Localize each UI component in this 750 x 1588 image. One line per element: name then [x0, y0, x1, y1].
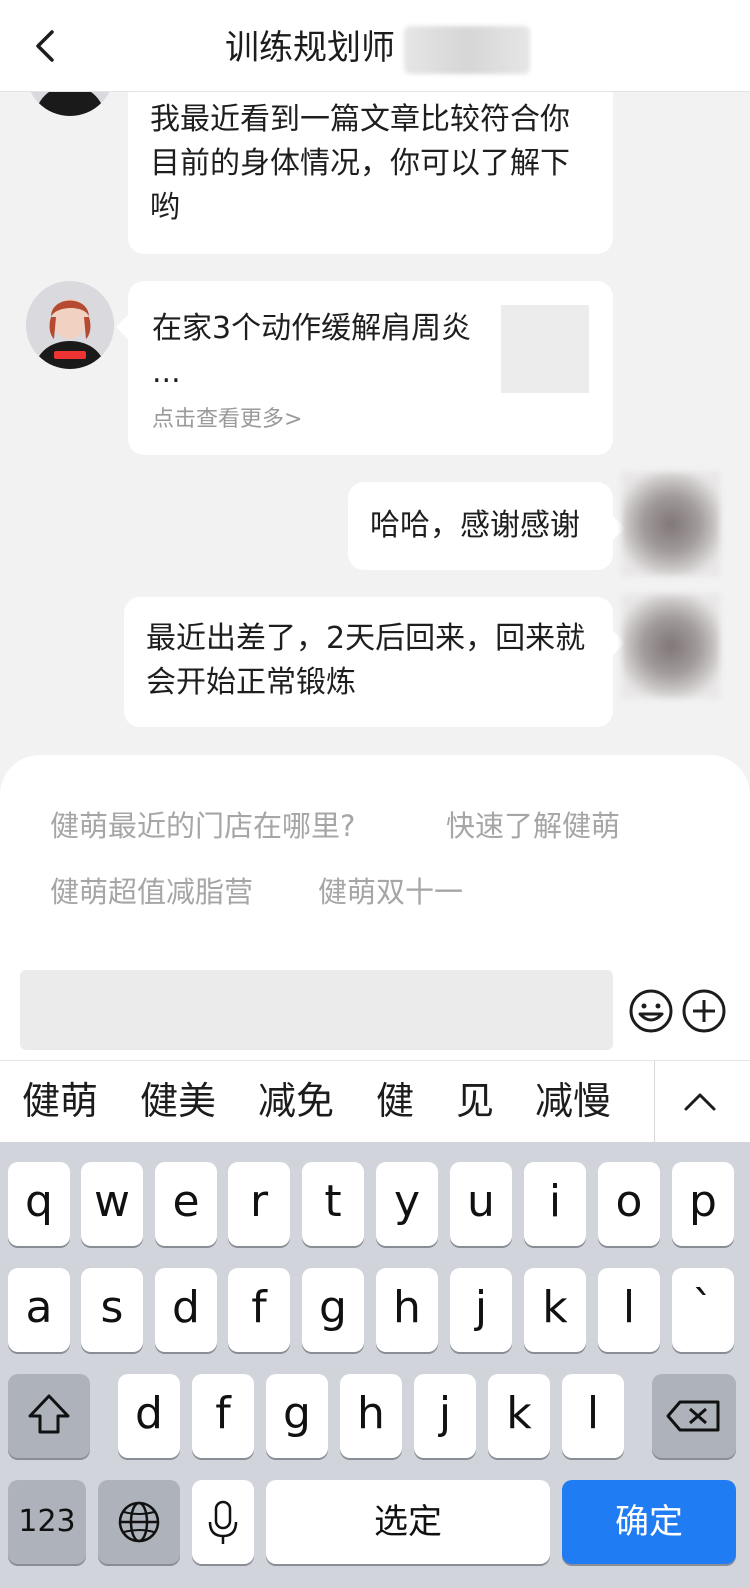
message-bubble[interactable]: 哈哈，感谢感谢 — [348, 482, 625, 570]
article-more-link[interactable]: 点击查看更多> — [152, 401, 302, 433]
back-arrow-icon[interactable] — [28, 26, 68, 66]
key[interactable]: ` — [672, 1268, 734, 1352]
key[interactable]: l — [598, 1268, 660, 1352]
user-avatar[interactable] — [622, 472, 720, 576]
key[interactable]: d — [118, 1374, 180, 1458]
shift-icon — [28, 1394, 70, 1434]
key[interactable]: j — [414, 1374, 476, 1458]
key[interactable]: j — [450, 1268, 512, 1352]
key[interactable]: p — [672, 1162, 734, 1246]
message-input[interactable] — [20, 970, 613, 1050]
numbers-key[interactable]: 123 — [8, 1480, 86, 1564]
ime-candidate-bar: 健萌 健美 减免 健 见 减慢 — [0, 1060, 750, 1143]
coach-avatar[interactable] — [26, 281, 114, 369]
candidate-divider — [654, 1061, 655, 1143]
candidate-word[interactable]: 减免 — [258, 1077, 334, 1125]
key[interactable]: h — [340, 1374, 402, 1458]
key[interactable]: u — [450, 1162, 512, 1246]
article-thumbnail — [501, 305, 589, 393]
message-bubble[interactable]: 我最近看到一篇文章比较符合你目前的身体情况，你可以了解下哟 — [128, 80, 613, 254]
nav-header: 训练规划师 — [0, 0, 750, 92]
key[interactable]: k — [488, 1374, 550, 1458]
key[interactable]: d — [155, 1268, 217, 1352]
candidate-word[interactable]: 健萌 — [22, 1077, 98, 1125]
key[interactable]: f — [228, 1268, 290, 1352]
key[interactable]: g — [302, 1268, 364, 1352]
quick-reply-chip[interactable]: 健萌超值减脂营 — [50, 872, 253, 912]
candidate-word[interactable]: 健 — [376, 1077, 414, 1125]
key[interactable]: t — [302, 1162, 364, 1246]
candidate-word[interactable]: 减慢 — [535, 1077, 611, 1125]
backspace-icon — [666, 1400, 720, 1432]
microphone-icon — [208, 1500, 238, 1544]
key[interactable]: e — [155, 1162, 217, 1246]
key[interactable]: y — [376, 1162, 438, 1246]
candidate-word[interactable]: 见 — [456, 1077, 494, 1125]
key[interactable]: f — [192, 1374, 254, 1458]
key[interactable]: s — [81, 1268, 143, 1352]
article-title: 在家3个动作缓解肩周炎 ... — [152, 311, 472, 390]
microphone-key[interactable] — [192, 1480, 254, 1564]
keyboard: q w e r t y u i o p a s d f g h j k l ` … — [0, 1142, 750, 1588]
globe-icon — [118, 1501, 160, 1543]
page-title: 训练规划师 — [225, 28, 395, 68]
quick-reply-chip[interactable]: 健萌最近的门店在哪里? — [50, 806, 355, 846]
candidate-word[interactable]: 健美 — [140, 1077, 216, 1125]
key[interactable]: i — [524, 1162, 586, 1246]
key[interactable]: o — [598, 1162, 660, 1246]
key[interactable]: r — [228, 1162, 290, 1246]
key[interactable]: g — [266, 1374, 328, 1458]
key[interactable]: q — [8, 1162, 70, 1246]
blurred-name — [404, 26, 530, 74]
key[interactable]: l — [562, 1374, 624, 1458]
globe-key[interactable] — [98, 1480, 180, 1564]
chevron-up-icon[interactable] — [680, 1083, 720, 1123]
quick-reply-chip[interactable]: 快速了解健萌 — [446, 806, 620, 846]
emoji-icon[interactable] — [628, 988, 674, 1034]
confirm-key[interactable]: 确定 — [562, 1480, 736, 1564]
space-key[interactable]: 选定 — [266, 1480, 550, 1564]
message-bubble[interactable]: 最近出差了，2天后回来，回来就会开始正常锻炼 — [124, 597, 625, 727]
key[interactable]: a — [8, 1268, 70, 1352]
key[interactable]: w — [81, 1162, 143, 1246]
plus-icon[interactable] — [681, 988, 727, 1034]
key[interactable]: h — [376, 1268, 438, 1352]
shift-key[interactable] — [8, 1374, 90, 1458]
backspace-key[interactable] — [652, 1374, 736, 1458]
key[interactable]: k — [524, 1268, 586, 1352]
quick-reply-chip[interactable]: 健萌双十一 — [318, 872, 463, 912]
user-avatar[interactable] — [622, 594, 720, 698]
